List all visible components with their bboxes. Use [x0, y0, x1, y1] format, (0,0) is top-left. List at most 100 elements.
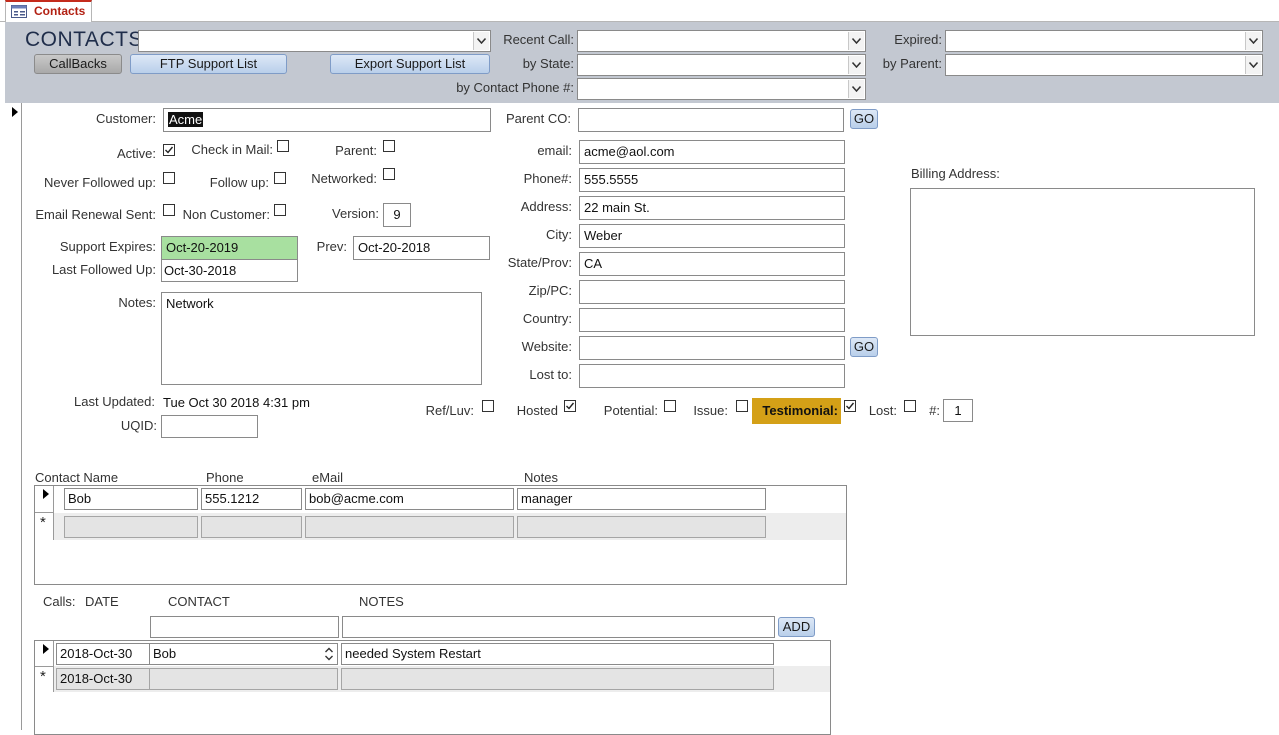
address-label: Address: — [520, 199, 572, 214]
tab-contacts[interactable]: Contacts — [5, 0, 92, 22]
contacts-col-phone: Phone — [206, 470, 244, 485]
follow-up-checkbox[interactable] — [274, 172, 286, 184]
notes-label: Notes: — [118, 295, 156, 310]
contact-phone-cell[interactable]: 555.1212 — [201, 488, 302, 510]
new-contact-phone-cell[interactable] — [201, 516, 302, 538]
export-support-list-button[interactable]: Export Support List — [330, 54, 490, 74]
last-updated-value: Tue Oct 30 2018 4:31 pm — [163, 395, 310, 410]
by-parent-label: by Parent: — [882, 56, 942, 71]
chevron-down-icon[interactable] — [1245, 56, 1261, 74]
page-title: CONTACTS — [25, 28, 143, 51]
new-call-contact-cell[interactable] — [149, 668, 338, 690]
new-contact-notes-cell[interactable] — [517, 516, 766, 538]
zip-pc-label: Zip/PC: — [528, 283, 572, 298]
expired-combo[interactable] — [945, 30, 1263, 52]
callbacks-button[interactable]: CallBacks — [34, 54, 122, 74]
address-field[interactable]: 22 main St. — [579, 196, 845, 220]
website-label: Website: — [521, 339, 572, 354]
hosted-checkbox[interactable] — [564, 400, 576, 412]
by-contact-phone-combo[interactable] — [577, 78, 866, 100]
state-prov-field[interactable]: CA — [579, 252, 845, 276]
parent-co-go-button[interactable]: GO — [850, 109, 878, 129]
lost-checkbox[interactable] — [904, 400, 916, 412]
by-state-combo[interactable] — [577, 54, 866, 76]
never-followed-up-label: Never Followed up: — [44, 175, 156, 190]
last-followed-up-field[interactable]: Oct-30-2018 — [161, 259, 298, 282]
country-label: Country: — [522, 311, 572, 326]
customer-search-combo[interactable] — [138, 30, 491, 52]
call-contact-value: Bob — [153, 646, 177, 661]
spinner-icon[interactable] — [323, 646, 335, 662]
website-go-button[interactable]: GO — [850, 337, 878, 357]
chevron-down-icon[interactable] — [473, 32, 489, 50]
chevron-down-icon[interactable] — [848, 80, 864, 98]
new-call-notes-cell[interactable] — [341, 668, 774, 690]
country-field[interactable] — [579, 308, 845, 332]
recent-call-label: Recent Call: — [503, 32, 574, 47]
new-contact-name-cell[interactable] — [64, 516, 198, 538]
new-contact-email-cell[interactable] — [305, 516, 514, 538]
new-record-icon: * — [40, 514, 46, 531]
potential-checkbox[interactable] — [664, 400, 676, 412]
contact-email-cell[interactable]: bob@acme.com — [305, 488, 514, 510]
contacts-col-notes: Notes — [524, 470, 558, 485]
ftp-support-list-button[interactable]: FTP Support List — [130, 54, 287, 74]
new-call-notes-input[interactable] — [342, 616, 775, 638]
lost-to-field[interactable] — [579, 364, 845, 388]
parent-checkbox[interactable] — [383, 140, 395, 152]
call-date-cell[interactable]: 2018-Oct-30 — [56, 643, 150, 665]
phone-field[interactable]: 555.5555 — [579, 168, 845, 192]
prev-field[interactable]: Oct-20-2018 — [353, 236, 490, 260]
check-in-mail-label: Check in Mail: — [191, 142, 273, 157]
chevron-down-icon[interactable] — [1245, 32, 1261, 50]
number-label: #: — [929, 403, 940, 418]
email-field[interactable]: acme@aol.com — [579, 140, 845, 164]
new-call-date-cell[interactable]: 2018-Oct-30 — [56, 668, 150, 690]
parent-co-field[interactable] — [578, 108, 844, 132]
issue-checkbox[interactable] — [736, 400, 748, 412]
email-label: email: — [537, 143, 572, 158]
recent-call-combo[interactable] — [577, 30, 866, 52]
calls-col-notes: NOTES — [359, 594, 404, 609]
non-customer-checkbox[interactable] — [274, 204, 286, 216]
check-in-mail-checkbox[interactable] — [277, 140, 289, 152]
call-notes-cell[interactable]: needed System Restart — [341, 643, 774, 665]
call-contact-combo[interactable]: Bob — [149, 643, 338, 665]
billing-address-field[interactable] — [910, 188, 1255, 336]
contacts-record-selector[interactable]: * — [35, 486, 54, 540]
new-call-contact-input[interactable] — [150, 616, 339, 638]
ref-luv-checkbox[interactable] — [482, 400, 494, 412]
notes-field[interactable]: Network — [161, 292, 482, 385]
version-field[interactable]: 9 — [383, 203, 411, 227]
contact-notes-cell[interactable]: manager — [517, 488, 766, 510]
support-expires-field[interactable]: Oct-20-2019 — [161, 236, 298, 260]
issue-label: Issue: — [693, 403, 728, 418]
calls-record-selector[interactable]: * — [35, 641, 54, 692]
by-parent-combo[interactable] — [945, 54, 1263, 76]
active-checkbox[interactable] — [163, 144, 175, 156]
add-call-button[interactable]: ADD — [778, 617, 815, 637]
zip-pc-field[interactable] — [579, 280, 845, 304]
hosted-label: Hosted — [516, 403, 558, 418]
uqid-field[interactable] — [161, 415, 258, 438]
email-renewal-sent-checkbox[interactable] — [163, 204, 175, 216]
customer-field[interactable]: Acme — [163, 108, 491, 132]
testimonial-checkbox[interactable] — [844, 400, 856, 412]
never-followed-up-checkbox[interactable] — [163, 172, 175, 184]
website-field[interactable] — [579, 336, 845, 360]
by-state-label: by State: — [522, 56, 574, 71]
ref-luv-label: Ref/Luv: — [425, 403, 474, 418]
lost-label: Lost: — [868, 403, 897, 418]
new-record-icon: * — [40, 668, 46, 685]
city-field[interactable]: Weber — [579, 224, 845, 248]
record-selector[interactable] — [3, 103, 22, 730]
chevron-down-icon[interactable] — [848, 32, 864, 50]
city-label: City: — [546, 227, 572, 242]
follow-up-label: Follow up: — [209, 175, 269, 190]
networked-checkbox[interactable] — [383, 168, 395, 180]
support-expires-label: Support Expires: — [59, 239, 156, 254]
current-record-icon — [43, 489, 49, 499]
chevron-down-icon[interactable] — [848, 56, 864, 74]
contact-name-cell[interactable]: Bob — [64, 488, 198, 510]
number-field[interactable]: 1 — [943, 399, 973, 422]
